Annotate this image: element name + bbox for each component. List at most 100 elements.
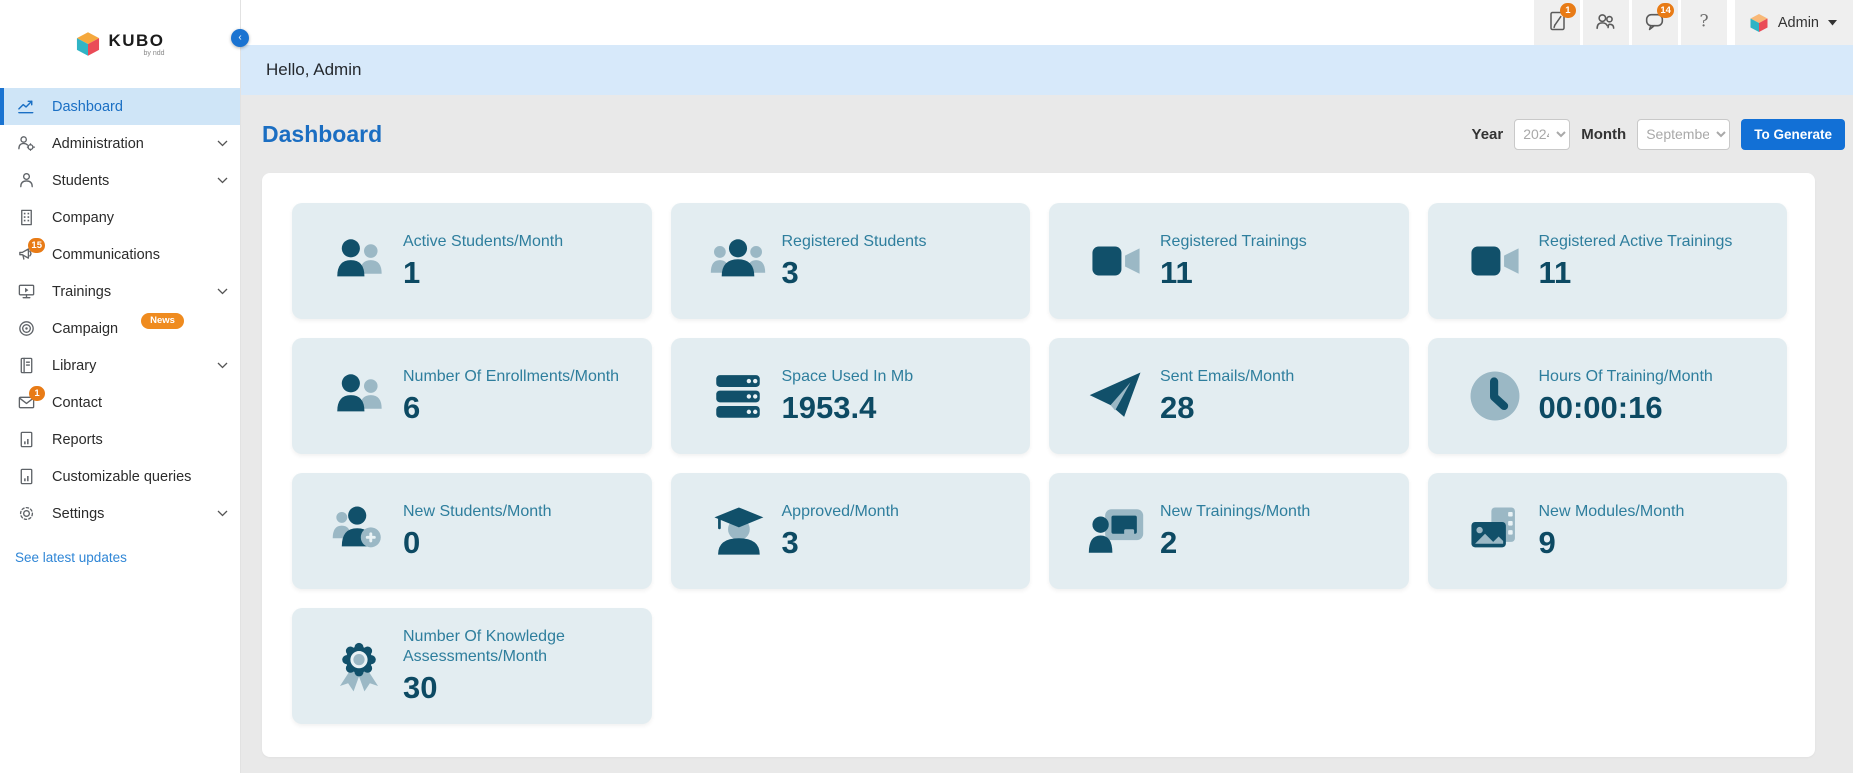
sidebar-item-label: Company	[52, 209, 115, 226]
stat-label: New Trainings/Month	[1160, 503, 1311, 521]
contact-badge: 1	[29, 385, 45, 401]
building-icon	[16, 208, 36, 228]
main-area: 1 14 ? Admin ‹ Hello, Admin Dashboard Ye…	[231, 0, 1853, 773]
presenter-icon	[1085, 502, 1147, 560]
stat-label: Approved/Month	[781, 503, 899, 521]
sidebar-item-label: Administration	[52, 135, 144, 152]
sidebar-item-label: Library	[52, 357, 97, 374]
media-modules-icon	[1464, 502, 1526, 560]
sidebar-item-label: Campaign	[52, 320, 119, 337]
paper-plane-icon	[1085, 367, 1147, 425]
stat-value: 11	[1538, 254, 1572, 290]
greeting-text: Hello, Admin	[266, 60, 362, 79]
users-icon	[328, 367, 390, 425]
see-latest-updates-link[interactable]: See latest updates	[15, 550, 127, 565]
query-document-icon	[16, 467, 36, 487]
sidebar-item-customizable-queries[interactable]: Customizable queries	[0, 458, 240, 495]
stat-card: Active Students/Month 1	[292, 203, 652, 319]
stat-value: 1953.4	[781, 389, 877, 425]
stat-card: Hours Of Training/Month 00:00:16	[1427, 338, 1787, 454]
chevron-down-icon	[217, 510, 228, 517]
notes-button[interactable]: 1	[1533, 0, 1580, 45]
chevron-down-icon	[217, 288, 228, 295]
sidebar-item-trainings[interactable]: Trainings	[0, 273, 240, 310]
notes-badge: 1	[1559, 3, 1576, 18]
sidebar-nav: Dashboard Administration Students Compan…	[0, 88, 240, 532]
stat-label: New Modules/Month	[1538, 503, 1685, 521]
stat-label: Hours Of Training/Month	[1538, 368, 1713, 386]
page-title: Dashboard	[262, 120, 383, 147]
sidebar-item-reports[interactable]: Reports	[0, 421, 240, 458]
year-select[interactable]: 2024	[1514, 118, 1571, 150]
sidebar-item-contact[interactable]: 1 Contact	[0, 384, 240, 421]
sidebar-collapse-button[interactable]: ‹	[231, 29, 249, 47]
sidebar-item-students[interactable]: Students	[0, 162, 240, 199]
megaphone-icon: 15	[16, 237, 45, 265]
year-label: Year	[1471, 125, 1504, 143]
sidebar-item-label: Dashboard	[52, 98, 123, 115]
report-document-icon	[16, 430, 36, 450]
admin-label: Admin	[1777, 14, 1819, 31]
server-stack-icon	[707, 367, 769, 425]
chevron-down-icon	[217, 140, 228, 147]
target-icon	[16, 319, 36, 339]
sidebar-item-communications[interactable]: 15 Communications	[0, 236, 240, 273]
sidebar-item-label: Trainings	[52, 283, 112, 300]
video-camera-icon	[1464, 232, 1526, 290]
stat-label: Registered Active Trainings	[1538, 233, 1733, 251]
sidebar-item-dashboard[interactable]: Dashboard	[0, 88, 240, 125]
stat-card: Number Of Knowledge Assessments/Month 30	[292, 608, 652, 724]
messages-badge: 14	[1657, 3, 1674, 18]
stat-label: Active Students/Month	[403, 233, 564, 251]
communications-badge: 15	[28, 237, 45, 253]
help-button[interactable]: ?	[1680, 0, 1727, 45]
sidebar-item-label: Communications	[52, 246, 160, 263]
stat-card: Registered Students 3	[670, 203, 1030, 319]
stat-card: Number Of Enrollments/Month 6	[292, 338, 652, 454]
sidebar-item-campaign[interactable]: Campaign News	[0, 310, 240, 347]
admin-menu[interactable]: Admin	[1734, 0, 1853, 45]
person-icon	[16, 171, 36, 191]
stat-value: 3	[781, 254, 799, 290]
sidebar-item-label: Students	[52, 172, 110, 189]
stat-value: 11	[1160, 254, 1193, 290]
stat-value: 30	[403, 669, 438, 705]
messages-button[interactable]: 14	[1631, 0, 1678, 45]
sidebar-item-administration[interactable]: Administration	[0, 125, 240, 162]
users-button[interactable]	[1582, 0, 1629, 45]
user-group-icon	[707, 232, 769, 290]
stat-card: New Students/Month 0	[292, 473, 652, 589]
admin-user-gear-icon	[16, 134, 36, 154]
stats-panel: Active Students/Month 1 Registered Stude…	[262, 173, 1815, 757]
book-icon	[16, 356, 36, 376]
sidebar-item-company[interactable]: Company	[0, 199, 240, 236]
sidebar-item-settings[interactable]: Settings	[0, 495, 240, 532]
question-mark-icon: ?	[1693, 10, 1715, 35]
stat-value: 00:00:16	[1538, 389, 1663, 425]
training-screen-icon	[16, 282, 36, 302]
stat-label: Number Of Knowledge Assessments/Month	[403, 627, 565, 666]
generate-button[interactable]: To Generate	[1741, 118, 1845, 150]
sidebar-item-label: Contact	[52, 394, 102, 411]
caret-down-icon	[1828, 19, 1837, 25]
sidebar-item-label: Reports	[52, 431, 103, 448]
video-camera-icon	[1085, 232, 1147, 290]
sidebar-item-label: Customizable queries	[52, 468, 192, 485]
stat-value: 0	[403, 524, 421, 560]
users-icon	[328, 232, 390, 290]
stat-card: Registered Active Trainings 11	[1427, 203, 1787, 319]
sidebar: KUBO by ndd Dashboard Administration Stu…	[0, 0, 241, 773]
chevron-down-icon	[217, 177, 228, 184]
stat-value: 2	[1160, 524, 1178, 560]
sidebar-item-library[interactable]: Library	[0, 347, 240, 384]
hello-bar: Hello, Admin	[241, 45, 1853, 95]
gear-icon	[16, 504, 36, 524]
stat-label: Registered Students	[781, 233, 927, 251]
graduate-icon	[707, 502, 769, 560]
month-select[interactable]: September	[1637, 118, 1731, 150]
stat-card: Registered Trainings 11	[1049, 203, 1409, 319]
stat-label: Registered Trainings	[1160, 233, 1307, 251]
stat-value: 6	[403, 389, 421, 425]
clock-icon	[1464, 367, 1526, 425]
kubo-cube-icon	[77, 32, 100, 56]
